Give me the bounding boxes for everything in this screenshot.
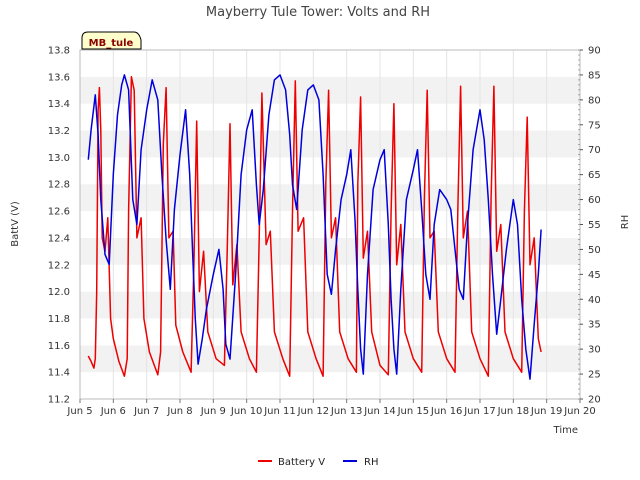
- x-tick-label: Jun 6: [100, 406, 126, 417]
- y-tick-label: 13.0: [48, 153, 70, 164]
- y-tick-label: 11.4: [48, 368, 70, 379]
- y2-tick-label: 60: [588, 195, 601, 206]
- x-tick-label: Jun 5: [66, 406, 92, 417]
- y2-tick-label: 65: [588, 170, 601, 181]
- x-axis-label: Time: [553, 425, 578, 436]
- y-tick-label: 12.8: [48, 180, 70, 191]
- y-tick-label: 13.6: [48, 72, 70, 83]
- y2-tick-label: 70: [588, 145, 601, 156]
- x-tick-label: Jun 7: [133, 406, 159, 417]
- grid-band: [80, 211, 580, 238]
- x-tick-label: Jun 12: [297, 406, 330, 417]
- legend: Battery V RH: [258, 457, 378, 468]
- legend-label-rh: RH: [364, 457, 378, 468]
- y2-tick-label: 75: [588, 120, 601, 131]
- y-tick-label: 13.8: [48, 46, 70, 57]
- y2-tick-label: 45: [588, 270, 601, 281]
- x-tick-label: Jun 17: [463, 406, 496, 417]
- y-axis-label: BattV (V): [10, 201, 21, 247]
- x-tick-label: Jun 10: [230, 406, 263, 417]
- chart-title: Mayberry Tule Tower: Volts and RH: [206, 5, 430, 20]
- y-tick-label: 11.8: [48, 314, 70, 325]
- chart: 11.2 11.4 11.6 11.8 12.0 12.2 12.4 12.6 12.8 13.0…: [10, 5, 631, 468]
- right-axis-ticks: 20 25 30 35 40 45 50 55 60 65 70 75 80 85 90: [578, 46, 601, 406]
- left-axis-ticks: 11.2 11.4 11.6 11.8 12.0 12.2 12.4 12.6 12.8 13.0…: [48, 46, 70, 406]
- x-tick-label: Jun 13: [330, 406, 363, 417]
- x-tick-label: Jun 8: [166, 406, 192, 417]
- x-tick-label: Jun 18: [497, 406, 530, 417]
- y-tick-label: 11.2: [48, 395, 70, 406]
- y2-tick-label: 90: [588, 46, 601, 57]
- grid-bands: [80, 50, 580, 399]
- y-tick-label: 12.4: [48, 233, 70, 244]
- y2-tick-label: 20: [588, 395, 601, 406]
- y2-tick-label: 25: [588, 370, 601, 381]
- x-tick-label: Jun 15: [397, 406, 430, 417]
- y-tick-label: 12.2: [48, 260, 70, 271]
- grid-band: [80, 372, 580, 399]
- y2-axis-label: RH: [620, 215, 631, 229]
- x-tick-label: Jun 16: [430, 406, 463, 417]
- x-tick-label: Jun 11: [263, 406, 296, 417]
- x-tick-label: Jun 9: [200, 406, 226, 417]
- y2-tick-label: 85: [588, 70, 601, 81]
- station-badge: MB_tule: [81, 31, 142, 50]
- y-tick-label: 12.6: [48, 207, 70, 218]
- y-tick-label: 12.0: [48, 287, 70, 298]
- y-tick-label: 13.2: [48, 126, 70, 137]
- x-tick-label: Jun 19: [530, 406, 563, 417]
- legend-label-battery: Battery V: [278, 457, 325, 468]
- y2-tick-label: 55: [588, 220, 601, 231]
- y2-tick-label: 80: [588, 95, 601, 106]
- y2-tick-label: 30: [588, 345, 601, 356]
- x-axis-ticks: Jun 5 Jun 6 Jun 7 Jun 8 Jun 9 Jun 10 Jun 11 Jun…: [66, 399, 596, 417]
- station-label: MB_tule: [89, 38, 134, 49]
- y-tick-label: 11.6: [48, 341, 70, 352]
- x-tick-label: Jun 20: [563, 406, 596, 417]
- y2-tick-label: 35: [588, 320, 601, 331]
- grid-band: [80, 50, 580, 77]
- y2-tick-label: 40: [588, 295, 601, 306]
- y2-tick-label: 50: [588, 245, 601, 256]
- x-tick-label: Jun 14: [363, 406, 396, 417]
- y-tick-label: 13.4: [48, 99, 70, 110]
